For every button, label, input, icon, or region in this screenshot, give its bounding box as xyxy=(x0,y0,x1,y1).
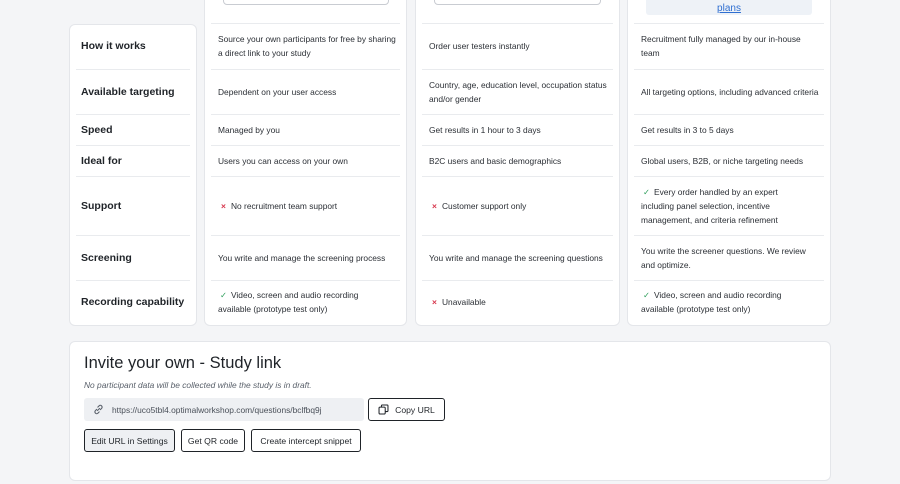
copy-url-label: Copy URL xyxy=(395,404,435,415)
check-icon: ✓ xyxy=(642,186,651,197)
row-label-ideal-for: Ideal for xyxy=(81,154,122,167)
row-label-how-it-works: How it works xyxy=(81,40,146,52)
cell-instant-speed: Get results in 1 hour to 3 days xyxy=(429,124,541,135)
create-intercept-snippet-button[interactable]: Create intercept snippet xyxy=(251,429,361,452)
cell-instant-ideal-for: B2C users and basic demographics xyxy=(429,155,562,166)
row-divider xyxy=(76,235,190,236)
check-icon: ✓ xyxy=(642,290,651,300)
cell-own-targeting: Dependent on your user access xyxy=(218,86,337,97)
edit-url-in-settings-button[interactable]: Edit URL in Settings xyxy=(84,429,175,452)
cell-own-recording: ✓ Video, screen and audio recording avail… xyxy=(218,290,359,314)
column-1-header-button[interactable] xyxy=(223,0,389,5)
cross-icon: × xyxy=(432,200,437,211)
row-label-recording-capability: Recording capability xyxy=(81,296,185,308)
row-divider xyxy=(76,114,190,115)
cell-own-support: × No recruitment team support xyxy=(218,176,398,235)
invite-title: Invite your own - Study link xyxy=(84,354,282,372)
cell-managed-ideal-for: Global users, B2B, or niche targeting ne… xyxy=(641,155,804,166)
row-label-support: Support xyxy=(81,199,122,212)
cell-managed-recording: ✓ Video, screen and audio recording avail… xyxy=(641,290,782,314)
cell-managed-how-it-works: Recruitment fully managed by our in-hous… xyxy=(641,34,801,58)
study-url-field[interactable]: https://uco5tbl4.optimalworkshop.com/que… xyxy=(84,398,364,421)
cross-icon: × xyxy=(432,297,437,307)
check-icon: ✓ xyxy=(219,290,228,300)
cell-own-screening: You write and manage the screening proce… xyxy=(218,252,386,263)
copy-icon xyxy=(378,404,389,415)
cell-own-how-it-works: Source your own participants for free by… xyxy=(218,34,396,58)
study-url-value: https://uco5tbl4.optimalworkshop.com/que… xyxy=(112,404,322,415)
cell-managed-targeting: All targeting options, including advance… xyxy=(641,86,819,97)
cell-managed-screening: You write the screener questions. We rev… xyxy=(641,245,806,270)
cross-icon: × xyxy=(221,200,226,211)
get-qr-code-button[interactable]: Get QR code xyxy=(181,429,245,452)
cell-instant-support: × Customer support only xyxy=(429,176,609,235)
row-label-available-targeting: Available targeting xyxy=(81,85,175,98)
row-divider xyxy=(76,145,190,146)
cell-managed-support: ✓ Every order handled by an expert includ… xyxy=(641,186,778,225)
row-divider xyxy=(76,280,190,281)
row-label-screening: Screening xyxy=(81,251,132,264)
plans-link[interactable]: plans xyxy=(646,0,812,15)
row-label-speed: Speed xyxy=(81,123,113,136)
draft-notice: No participant data will be collected wh… xyxy=(84,380,312,390)
cell-instant-screening: You write and manage the screening quest… xyxy=(429,252,603,263)
row-divider xyxy=(76,69,190,70)
cell-instant-recording: × Unavailable xyxy=(429,280,609,324)
cell-own-ideal-for: Users you can access on your own xyxy=(218,155,348,166)
column-2-header-button[interactable] xyxy=(434,0,601,5)
cell-instant-how-it-works: Order user testers instantly xyxy=(429,41,530,51)
link-icon xyxy=(84,404,112,415)
row-divider xyxy=(76,176,190,177)
copy-url-button[interactable]: Copy URL xyxy=(368,398,445,421)
cell-instant-targeting: Country, age, education level, occupatio… xyxy=(429,79,607,104)
cell-own-speed: Managed by you xyxy=(218,124,280,135)
cell-managed-speed: Get results in 3 to 5 days xyxy=(641,124,734,135)
